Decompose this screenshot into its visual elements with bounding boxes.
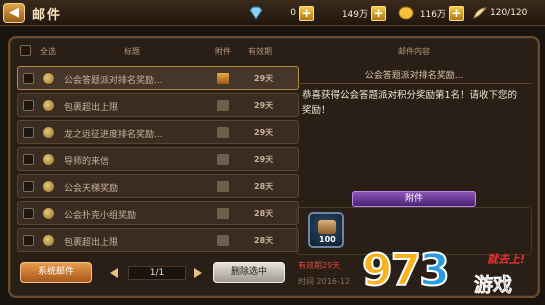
detail-subject: 公会答题派对排名奖励... (364, 71, 464, 81)
pagination: 1/1 (110, 266, 205, 280)
system-mail-button[interactable]: 系统邮件 (20, 262, 92, 283)
mail-read-icon (42, 72, 55, 85)
mail-row[interactable]: 公会天梯奖励 28天 (17, 174, 299, 198)
mail-row[interactable]: 包裹超出上限 29天 (17, 93, 299, 117)
mail-expiry: 28天 (254, 182, 274, 191)
mail-subject: 公会扑克小组奖励 (64, 211, 137, 221)
row-checkbox[interactable] (23, 208, 34, 219)
attachment-column-header: 附件 (215, 47, 231, 56)
add-gold-button[interactable]: + (371, 5, 386, 21)
mail-subject: 公会答题派对排名奖励... (64, 76, 163, 86)
coin-value: 116万 (419, 9, 446, 20)
select-all-label: 全选 (40, 47, 56, 56)
detail-divider (296, 83, 532, 84)
mail-row[interactable]: 导师的来信 29天 (17, 147, 299, 171)
row-checkbox[interactable] (23, 100, 34, 111)
box-icon (217, 100, 229, 111)
row-checkbox[interactable] (23, 154, 34, 165)
subject-column-header: 标题 (124, 47, 140, 56)
mail-read-icon (42, 153, 55, 166)
mail-expiry: 29天 (254, 101, 274, 110)
mail-read-icon (42, 99, 55, 112)
top-bar: ◀ 邮件 0 + 149万 + 116万 + 120/120 (0, 0, 545, 26)
mail-expiry: 29天 (254, 155, 274, 164)
attachment-qty: 100 (319, 235, 336, 244)
box-icon (217, 235, 229, 246)
watermark-slogan: 就去上! (487, 253, 526, 266)
mail-row[interactable]: 龙之远征进度排名奖励... 29天 (17, 120, 299, 144)
box-icon (217, 208, 229, 219)
diamond-value: 0 (290, 8, 296, 18)
page-title: 邮件 (32, 8, 63, 23)
mail-row[interactable]: 公会扑克小组奖励 28天 (17, 201, 299, 225)
delete-selected-button[interactable]: 删除选中 (213, 262, 285, 283)
attachment-header: 附件 (352, 191, 476, 207)
prev-page-arrow-icon[interactable] (110, 268, 118, 278)
box-icon (217, 127, 229, 138)
coin-icon (398, 6, 414, 20)
row-checkbox[interactable] (23, 127, 34, 138)
next-page-arrow-icon[interactable] (194, 268, 202, 278)
box-icon (217, 154, 229, 165)
row-checkbox[interactable] (23, 235, 34, 246)
watermark-logo: 973 (361, 244, 451, 297)
mail-read-icon (42, 126, 55, 139)
detail-valid: 有效期29天 (298, 261, 341, 270)
gift-icon (217, 73, 229, 84)
mail-subject: 包裹超出上限 (64, 103, 119, 113)
resource-coin: 116万 + (398, 4, 464, 22)
gold-value: 149万 (341, 9, 368, 20)
mail-expiry: 29天 (254, 74, 274, 83)
back-button[interactable]: ◀ (3, 3, 25, 23)
box-icon (217, 181, 229, 192)
mail-read-icon (42, 207, 55, 220)
select-all-checkbox[interactable] (20, 45, 31, 56)
detail-time: 时间 2016-12 (298, 277, 350, 286)
diamond-icon (249, 6, 263, 20)
mail-read-icon (42, 180, 55, 193)
mail-subject: 公会天梯奖励 (64, 184, 119, 194)
row-checkbox[interactable] (23, 73, 34, 84)
detail-body: 恭喜获得公会答题派对积分奖励第1名！请收下您的奖励！ (302, 90, 518, 116)
stamina-icon (473, 7, 488, 19)
mail-row[interactable]: 公会答题派对排名奖励... 29天 (17, 66, 299, 90)
detail-panel-title: 邮件内容 (398, 47, 430, 56)
attachment-item[interactable]: 100 (308, 212, 344, 248)
mail-expiry: 29天 (254, 128, 274, 137)
add-diamond-button[interactable]: + (299, 5, 314, 21)
mail-list: 全选 标题 附件 有效期 公会答题派对排名奖励... 29天 包裹超出上限 29… (14, 42, 299, 259)
watermark-game: 游戏 (474, 274, 513, 297)
row-checkbox[interactable] (23, 181, 34, 192)
resource-stamina: 120/120 (472, 4, 530, 22)
mail-subject: 龙之远征进度排名奖励... (64, 130, 163, 140)
expiry-column-header: 有效期 (248, 47, 272, 56)
scroll-item-icon (318, 220, 336, 234)
list-header: 全选 标题 附件 有效期 (14, 42, 296, 60)
stamina-value: 120/120 (490, 8, 528, 18)
mail-subject: 包裹超出上限 (64, 238, 119, 248)
mail-expiry: 28天 (254, 236, 274, 245)
add-coin-button[interactable]: + (449, 5, 464, 21)
mail-subject: 导师的来信 (64, 157, 110, 167)
mail-expiry: 28天 (254, 209, 274, 218)
page-indicator: 1/1 (128, 266, 186, 280)
mail-row[interactable]: 包裹超出上限 28天 (17, 228, 299, 252)
resource-diamond: 0 + (248, 4, 314, 22)
site-watermark: 973 就去上! 游戏 (361, 244, 545, 305)
resource-gold: 149万 + (338, 4, 386, 22)
mail-read-icon (42, 234, 55, 247)
